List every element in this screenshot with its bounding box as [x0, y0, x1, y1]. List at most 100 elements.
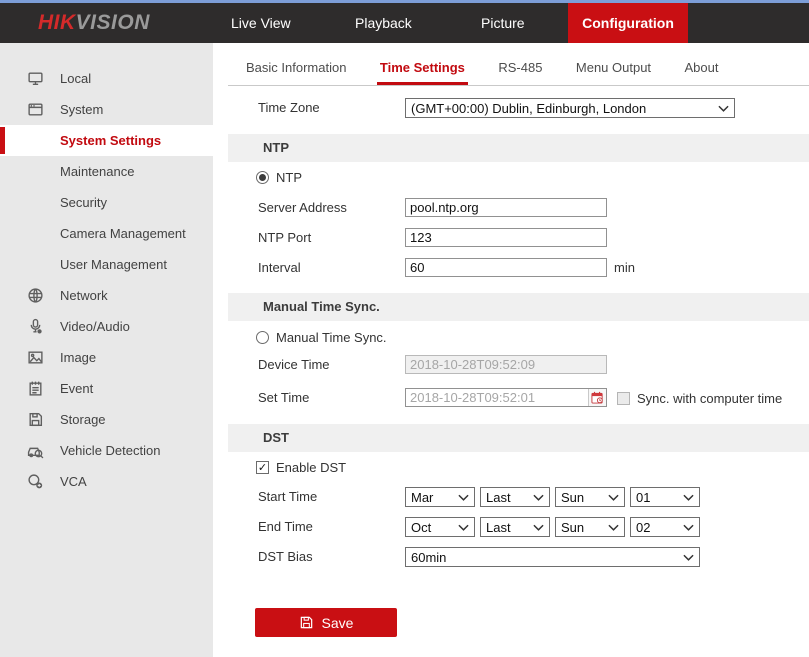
- sidebar-item-image[interactable]: Image: [0, 342, 213, 373]
- checkbox-checked-icon[interactable]: ✓: [256, 461, 269, 474]
- calendar-picker-button[interactable]: [588, 389, 606, 406]
- tab-time-settings[interactable]: Time Settings: [377, 55, 468, 85]
- radio-selected-icon[interactable]: [256, 171, 269, 184]
- start-month-value: Mar: [411, 490, 455, 505]
- sidebar-item-local[interactable]: Local: [0, 63, 213, 94]
- main-content: Basic Information Time Settings RS-485 M…: [213, 43, 809, 657]
- sidebar-menu: Local System System Settings Maintenance…: [0, 63, 213, 497]
- end-hour-select[interactable]: 02: [630, 517, 700, 537]
- save-button-label: Save: [322, 615, 354, 631]
- sidebar-item-security[interactable]: Security: [0, 187, 213, 218]
- start-day-select[interactable]: Sun: [555, 487, 625, 507]
- ntp-radio-label: NTP: [276, 170, 302, 185]
- end-day-value: Sun: [561, 520, 605, 535]
- set-time-value[interactable]: 2018-10-28T09:52:01: [406, 390, 588, 405]
- manual-time-sync-radio-label: Manual Time Sync.: [276, 330, 387, 345]
- sidebar-item-video-audio[interactable]: Video/Audio: [0, 311, 213, 342]
- ntp-radio[interactable]: NTP: [256, 170, 302, 185]
- save-disk-icon: [299, 615, 314, 630]
- sidebar-item-storage[interactable]: Storage: [0, 404, 213, 435]
- logo-hik-text: HIK: [38, 11, 76, 34]
- chevron-down-icon: [608, 494, 619, 501]
- dst-section-header: DST: [228, 424, 809, 452]
- nav-live-view[interactable]: Live View: [231, 3, 291, 43]
- manual-time-sync-radio[interactable]: Manual Time Sync.: [256, 330, 387, 345]
- server-address-input[interactable]: [405, 198, 607, 217]
- nav-picture[interactable]: Picture: [481, 3, 525, 43]
- start-day-value: Sun: [561, 490, 605, 505]
- sidebar-item-system[interactable]: System: [0, 94, 213, 125]
- settings-tab-bar: Basic Information Time Settings RS-485 M…: [228, 55, 809, 86]
- start-month-select[interactable]: Mar: [405, 487, 475, 507]
- enable-dst-label: Enable DST: [276, 460, 346, 475]
- sidebar-item-event[interactable]: Event: [0, 373, 213, 404]
- start-hour-select[interactable]: 01: [630, 487, 700, 507]
- start-week-value: Last: [486, 490, 530, 505]
- ntp-port-label: NTP Port: [258, 228, 311, 248]
- server-address-label: Server Address: [258, 198, 347, 218]
- sidebar-item-label: Vehicle Detection: [60, 443, 160, 458]
- tab-about[interactable]: About: [682, 55, 722, 85]
- calendar-clock-icon: [591, 391, 604, 404]
- end-week-value: Last: [486, 520, 530, 535]
- device-time-input: [405, 355, 607, 374]
- sidebar-item-vca[interactable]: VCA: [0, 466, 213, 497]
- dst-bias-select[interactable]: 60min: [405, 547, 700, 567]
- chevron-down-icon: [533, 494, 544, 501]
- start-hour-value: 01: [636, 490, 680, 505]
- end-month-select[interactable]: Oct: [405, 517, 475, 537]
- sidebar-item-vehicle-detection[interactable]: Vehicle Detection: [0, 435, 213, 466]
- nav-playback[interactable]: Playback: [355, 3, 412, 43]
- sidebar-item-network[interactable]: Network: [0, 280, 213, 311]
- tab-menu-output[interactable]: Menu Output: [573, 55, 654, 85]
- time-zone-label: Time Zone: [258, 98, 320, 118]
- interval-input[interactable]: [405, 258, 607, 277]
- interval-unit-label: min: [614, 258, 635, 277]
- sidebar-item-user-management[interactable]: User Management: [0, 249, 213, 280]
- system-window-icon: [27, 101, 44, 118]
- end-hour-value: 02: [636, 520, 680, 535]
- sidebar-item-label: Image: [60, 350, 96, 365]
- tab-basic-information[interactable]: Basic Information: [243, 55, 349, 85]
- time-zone-select[interactable]: (GMT+00:00) Dublin, Edinburgh, London: [405, 98, 735, 118]
- end-time-label: End Time: [258, 517, 313, 537]
- end-week-select[interactable]: Last: [480, 517, 550, 537]
- sidebar-item-label: Maintenance: [60, 164, 134, 179]
- chevron-down-icon: [608, 524, 619, 531]
- start-week-select[interactable]: Last: [480, 487, 550, 507]
- sidebar-item-label: Camera Management: [60, 226, 186, 241]
- sync-with-computer-time-label: Sync. with computer time: [637, 391, 782, 406]
- sidebar-item-label: Network: [60, 288, 108, 303]
- sidebar-item-system-settings[interactable]: System Settings: [0, 125, 213, 156]
- chevron-down-icon: [718, 105, 729, 112]
- sidebar-item-camera-management[interactable]: Camera Management: [0, 218, 213, 249]
- logo-vision-text: VISION: [76, 11, 150, 34]
- vehicle-search-icon: [27, 442, 44, 459]
- tab-rs-485[interactable]: RS-485: [495, 55, 545, 85]
- time-zone-value: (GMT+00:00) Dublin, Edinburgh, London: [411, 101, 715, 116]
- hikvision-logo: HIKVISION: [38, 3, 150, 43]
- storage-disk-icon: [27, 411, 44, 428]
- sidebar-item-label: Storage: [60, 412, 106, 427]
- image-icon: [27, 349, 44, 366]
- device-time-label: Device Time: [258, 355, 330, 375]
- chevron-down-icon: [458, 524, 469, 531]
- radio-unselected-icon[interactable]: [256, 331, 269, 344]
- microphone-icon: [27, 318, 44, 335]
- sidebar-item-label: System: [60, 102, 103, 117]
- sync-with-computer-time-checkbox[interactable]: Sync. with computer time: [617, 391, 782, 406]
- nav-configuration-active[interactable]: Configuration: [568, 3, 688, 43]
- sidebar-item-label: Video/Audio: [60, 319, 130, 334]
- set-time-input[interactable]: 2018-10-28T09:52:01: [405, 388, 607, 407]
- manual-time-sync-section-header: Manual Time Sync.: [228, 293, 809, 321]
- chevron-down-icon: [683, 524, 694, 531]
- chevron-down-icon: [683, 494, 694, 501]
- enable-dst-checkbox[interactable]: ✓ Enable DST: [256, 460, 346, 475]
- checkbox-unchecked-icon[interactable]: [617, 392, 630, 405]
- monitor-icon: [27, 70, 44, 87]
- chevron-down-icon: [683, 554, 694, 561]
- sidebar-item-maintenance[interactable]: Maintenance: [0, 156, 213, 187]
- ntp-port-input[interactable]: [405, 228, 607, 247]
- end-day-select[interactable]: Sun: [555, 517, 625, 537]
- save-button[interactable]: Save: [255, 608, 397, 637]
